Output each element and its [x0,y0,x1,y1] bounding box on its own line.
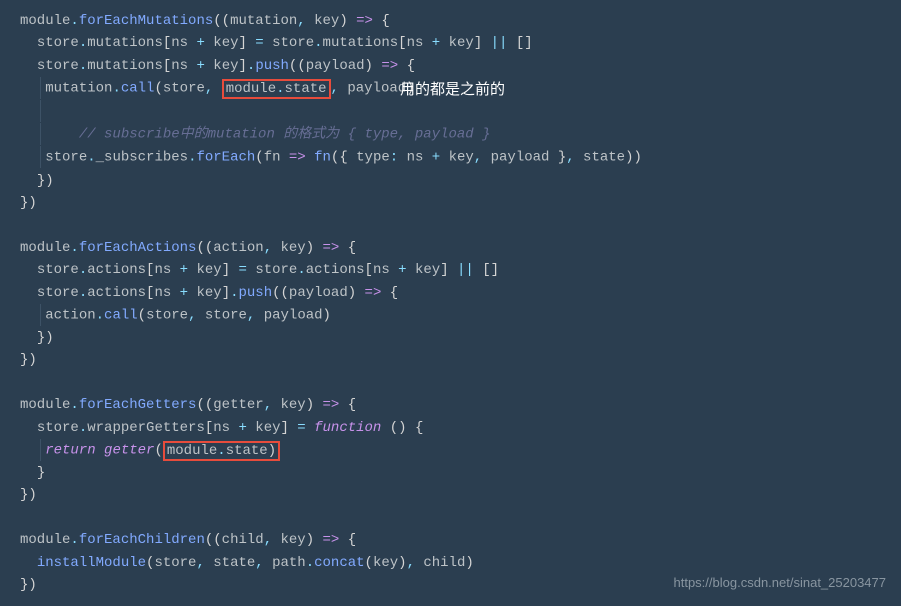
code-line: }) [20,192,881,214]
code-line: }) [20,484,881,506]
code-line: store.actions[ns + key] = store.actions[… [20,259,881,281]
blank-line [20,214,881,236]
code-line: store.mutations[ns + key].push((payload)… [20,55,881,77]
code-line: store.actions[ns + key].push((payload) =… [20,282,881,304]
code-line: module.forEachGetters((getter, key) => { [20,394,881,416]
comment: // subscribe中的mutation 的格式为 { type, payl… [45,127,490,143]
blank-line [20,507,881,529]
code-line: module.forEachActions((action, key) => { [20,237,881,259]
code-line: action.call(store, store, payload) [20,304,881,327]
code-line: }) [20,170,881,192]
code-line [20,100,881,123]
highlight-box: module.state [222,79,331,99]
code-line: return getter(module.state) [20,439,881,462]
highlight-box: module.state) [163,441,280,461]
code-line: installModule(store, state, path.concat(… [20,552,881,574]
code-line: }) [20,349,881,371]
code-line: } [20,462,881,484]
code-line: module.forEachChildren((child, key) => { [20,529,881,551]
code-line: store.wrapperGetters[ns + key] = functio… [20,417,881,439]
code-line: // subscribe中的mutation 的格式为 { type, payl… [20,123,881,146]
code-line: module.forEachMutations((mutation, key) … [20,10,881,32]
blank-line [20,372,881,394]
code-line: }) [20,327,881,349]
watermark: https://blog.csdn.net/sinat_25203477 [674,573,887,594]
code-line: store._subscribes.forEach(fn => fn({ typ… [20,146,881,169]
annotation-text: 用的都是之前的 [400,78,505,102]
code-line: store.mutations[ns + key] = store.mutati… [20,32,881,54]
